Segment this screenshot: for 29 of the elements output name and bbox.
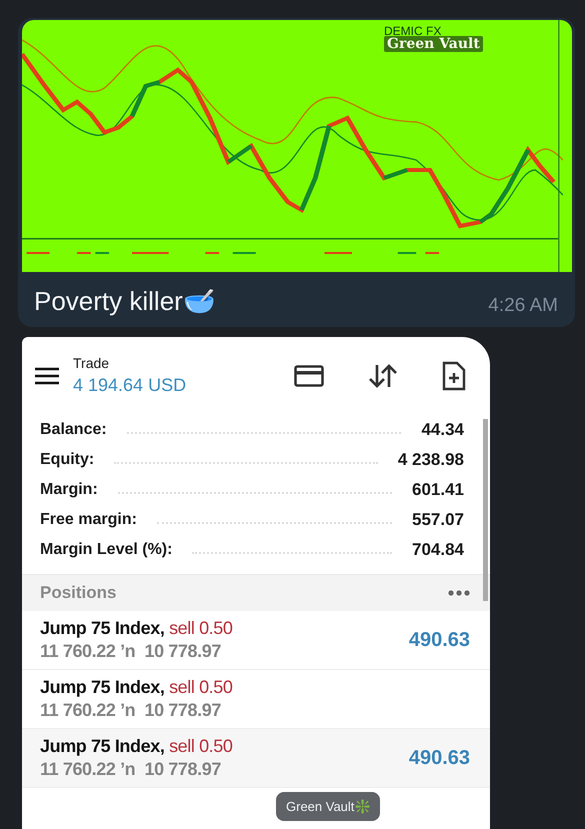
position-title: Jump 75 Index, sell 0.50 — [40, 677, 233, 698]
position-title: Jump 75 Index, sell 0.50 — [40, 736, 233, 757]
account-balance: 4 194.64 USD — [73, 375, 188, 396]
screen-title: Trade — [73, 355, 110, 371]
scrollbar[interactable] — [483, 419, 488, 601]
summary-value: 44.34 — [421, 420, 464, 440]
menu-icon[interactable] — [35, 366, 59, 384]
position-profit: 490.63 — [408, 628, 470, 652]
message-caption: Poverty killer🥣 — [34, 286, 215, 317]
summary-label: Margin: — [40, 481, 98, 499]
chart-subtitle: Green Vault — [384, 36, 483, 52]
more-icon[interactable] — [448, 590, 470, 596]
summary-value: 4 238.98 — [398, 450, 464, 470]
summary-label: Balance: — [40, 421, 107, 439]
section-title: Positions — [40, 583, 117, 603]
summary-value: 557.07 — [412, 510, 464, 530]
summary-label: Free margin: — [40, 511, 137, 529]
message-time: 4:26 AM — [488, 295, 558, 317]
summary-value: 704.84 — [412, 540, 464, 560]
chart-title: DEMIC FX — [384, 24, 442, 38]
position-profit: 490.63 — [408, 746, 470, 770]
signature-label: Green Vault❇ — [276, 792, 380, 821]
position-prices: 11 760.22 ʼn 10 778.97 — [40, 700, 222, 721]
summary-value: 601.41 — [412, 480, 464, 500]
position-title: Jump 75 Index, sell 0.50 — [40, 618, 233, 639]
position-prices: 11 760.22 ʼn 10 778.97 — [40, 641, 222, 662]
summary-label: Margin Level (%): — [40, 541, 172, 559]
summary-label: Equity: — [40, 451, 94, 469]
position-prices: 11 760.22 ʼn 10 778.97 — [40, 759, 222, 780]
